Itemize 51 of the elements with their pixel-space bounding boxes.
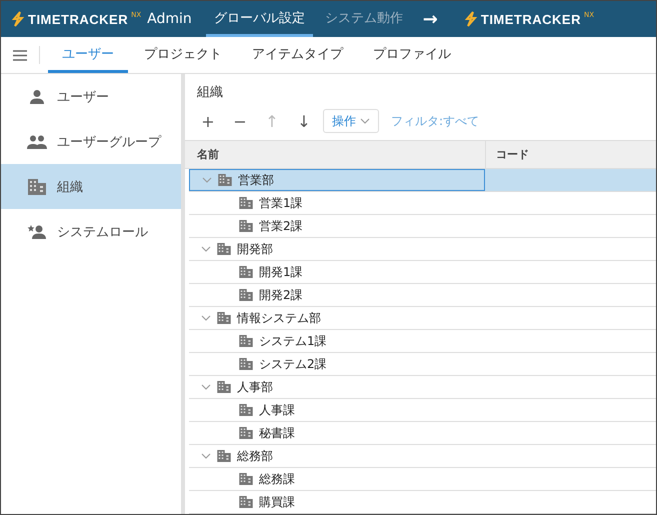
arrow-text: →	[422, 8, 438, 30]
header-tab[interactable]: システム動作	[316, 1, 411, 37]
table-cell: 総務課	[259, 470, 295, 488]
table-row[interactable]: システム1課	[189, 330, 656, 353]
table-row[interactable]: 営業部	[189, 169, 656, 192]
table-row[interactable]: 総務課	[189, 468, 656, 491]
sidebar-item[interactable]: 組織	[1, 164, 181, 209]
table-cell: 営業部	[238, 172, 274, 188]
nav-tab[interactable]: アイテムタイプ	[238, 37, 357, 73]
table-row[interactable]: 購買課	[189, 491, 656, 514]
table-cell: 購買課	[259, 494, 295, 510]
nav-tab[interactable]: ユーザー	[48, 37, 128, 73]
table-row[interactable]: 営業2課	[189, 215, 656, 238]
table-cell: 開発2課	[259, 286, 303, 304]
table-cell: 開発部	[237, 240, 273, 258]
sidebar-item[interactable]: ユーザーグループ	[1, 119, 181, 164]
table-row[interactable]: 開発1課	[189, 261, 656, 284]
remove-button[interactable]: −	[227, 110, 253, 132]
table-row[interactable]: 総務部	[189, 445, 656, 468]
actions-dropdown[interactable]: 操作	[323, 109, 379, 133]
table-row[interactable]: 人事部	[189, 376, 656, 399]
table-cell: 営業2課	[259, 218, 303, 234]
table-cell: 人事部	[237, 378, 273, 396]
table-cell: 営業1課	[259, 194, 303, 212]
nav-tab[interactable]: プロジェクト	[130, 37, 236, 73]
table-row[interactable]: 情報システム部	[189, 307, 656, 330]
table-cell: 開発1課	[259, 264, 303, 280]
section-title: 組織	[196, 84, 224, 102]
logo-text[interactable]: TIMETRACKER	[480, 12, 581, 26]
sidebar-item[interactable]: システムロール	[1, 209, 181, 254]
sidebar-item[interactable]: ユーザー	[1, 74, 181, 119]
table-row[interactable]: 営業1課	[189, 192, 656, 215]
table-row[interactable]: システム2課	[189, 353, 656, 376]
product-name: Admin	[147, 11, 192, 27]
nav-tab[interactable]: プロファイル	[359, 37, 465, 73]
table-cell: 秘書課	[259, 424, 295, 442]
move-down-button[interactable]: ↓	[291, 110, 317, 132]
column-header[interactable]: 名前	[185, 141, 486, 168]
table-cell: 総務部	[237, 448, 273, 464]
table-cell: 人事課	[259, 402, 295, 418]
table-row[interactable]: 開発2課	[189, 284, 656, 307]
add-button[interactable]: +	[195, 110, 221, 132]
table-cell: システム1課	[259, 332, 327, 350]
header-tab[interactable]: グローバル設定	[206, 1, 313, 37]
table-row[interactable]: 開発部	[189, 238, 656, 261]
column-header[interactable]: コード	[486, 141, 529, 168]
table-cell: システム2課	[259, 356, 327, 372]
logo-text: TIMETRACKER	[28, 12, 128, 26]
table-row[interactable]: 人事課	[189, 399, 656, 422]
table-cell: 情報システム部	[237, 310, 321, 326]
table-row[interactable]: 秘書課	[189, 422, 656, 445]
